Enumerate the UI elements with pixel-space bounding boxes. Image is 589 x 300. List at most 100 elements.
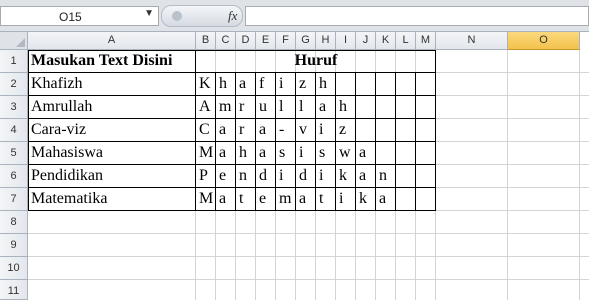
cell-letter[interactable]: a xyxy=(236,73,256,96)
row-header-8[interactable]: 8 xyxy=(0,211,28,234)
column-header-h[interactable]: H xyxy=(316,32,336,50)
cell-letter[interactable]: i xyxy=(336,188,356,211)
cell-letter[interactable]: a xyxy=(316,96,336,119)
cell-word[interactable]: Matematika xyxy=(28,188,196,211)
cell-word[interactable]: Amrullah xyxy=(28,96,196,119)
row-header-6[interactable]: 6 xyxy=(0,165,28,188)
select-all-button[interactable] xyxy=(0,32,28,50)
gridline xyxy=(28,279,589,280)
cell-letter[interactable]: k xyxy=(356,188,376,211)
cell-letter[interactable]: l xyxy=(296,96,316,119)
row-header-1[interactable]: 1 xyxy=(0,50,28,73)
column-header-j[interactable]: J xyxy=(356,32,376,50)
column-header-o[interactable]: O xyxy=(508,32,580,50)
cell-letter[interactable]: t xyxy=(316,188,336,211)
cell-border xyxy=(415,73,416,211)
cell-letter[interactable]: a xyxy=(356,142,376,165)
cell-letter[interactable]: z xyxy=(336,119,356,142)
cell-letter[interactable]: M xyxy=(196,188,216,211)
row-header-7[interactable]: 7 xyxy=(0,188,28,211)
column-header-m[interactable]: M xyxy=(416,32,436,50)
cell-letter[interactable]: i xyxy=(276,73,296,96)
column-header-f[interactable]: F xyxy=(276,32,296,50)
cell-letter[interactable]: a xyxy=(296,188,316,211)
cell-letter[interactable]: a xyxy=(256,142,276,165)
column-header-c[interactable]: C xyxy=(216,32,236,50)
cell-letter[interactable]: M xyxy=(196,142,216,165)
cell-letter[interactable]: n xyxy=(376,165,396,188)
cell-letter[interactable]: i xyxy=(296,142,316,165)
cell-letter[interactable]: d xyxy=(256,165,276,188)
insert-function-icon[interactable]: fx xyxy=(228,8,237,24)
cell-a1-header[interactable]: Masukan Text Disini xyxy=(28,50,196,73)
cell-letter[interactable]: d xyxy=(296,165,316,188)
cell-letter[interactable]: a xyxy=(216,188,236,211)
column-header-g[interactable]: G xyxy=(296,32,316,50)
gridline xyxy=(28,256,589,257)
cell-letter[interactable]: z xyxy=(296,73,316,96)
cell-letter[interactable]: e xyxy=(256,188,276,211)
column-header-d[interactable]: D xyxy=(236,32,256,50)
cell-letter[interactable]: u xyxy=(256,96,276,119)
cell-letter[interactable]: a xyxy=(376,188,396,211)
resize-handle[interactable] xyxy=(172,11,182,21)
cell-letter[interactable]: i xyxy=(316,165,336,188)
cell-letter[interactable]: f xyxy=(256,73,276,96)
cell-letter[interactable]: l xyxy=(276,96,296,119)
cell-letter[interactable]: i xyxy=(276,165,296,188)
cell-letter[interactable]: k xyxy=(336,165,356,188)
cell-letter[interactable]: h xyxy=(236,142,256,165)
cell-letter[interactable]: a xyxy=(356,165,376,188)
column-header-e[interactable]: E xyxy=(256,32,276,50)
row-header-11[interactable]: 11 xyxy=(0,280,28,300)
cell-letter[interactable]: e xyxy=(216,165,236,188)
cell-letter[interactable]: a xyxy=(216,142,236,165)
cell-letter[interactable]: C xyxy=(196,119,216,142)
cell-letter[interactable]: r xyxy=(236,119,256,142)
cell-letter[interactable]: h xyxy=(316,73,336,96)
column-header-l[interactable]: L xyxy=(396,32,416,50)
cell-b1-merged-header[interactable]: Huruf xyxy=(196,50,436,73)
column-header-b[interactable]: B xyxy=(196,32,216,50)
cell-letter[interactable]: K xyxy=(196,73,216,96)
cell-word[interactable]: Cara-viz xyxy=(28,119,196,142)
formula-input[interactable] xyxy=(245,6,589,26)
worksheet-grid[interactable]: Masukan Text Disini Huruf Khafizh Kh a f i z h Am… xyxy=(28,50,589,300)
column-header-i[interactable]: I xyxy=(336,32,356,50)
row-header-5[interactable]: 5 xyxy=(0,142,28,165)
cell-letter[interactable]: h xyxy=(336,96,356,119)
name-box-value: O15 xyxy=(59,10,82,24)
cell-letter[interactable]: m xyxy=(216,96,236,119)
cell-letter[interactable]: t xyxy=(236,188,256,211)
cell-letter[interactable]: s xyxy=(276,142,296,165)
cell-letter[interactable]: r xyxy=(236,96,256,119)
cell-letter[interactable]: A xyxy=(196,96,216,119)
row-header-2[interactable]: 2 xyxy=(0,73,28,96)
cell-letter[interactable]: - xyxy=(276,119,296,142)
gridline xyxy=(28,233,589,234)
formula-bar-area: O15 ▼ fx xyxy=(0,0,589,32)
select-all-icon xyxy=(16,38,25,47)
cell-letter[interactable]: v xyxy=(296,119,316,142)
column-header-k[interactable]: K xyxy=(376,32,396,50)
cell-word[interactable]: Khafizh xyxy=(28,73,196,96)
row-header-3[interactable]: 3 xyxy=(0,96,28,119)
cell-letter[interactable]: w xyxy=(336,142,356,165)
name-box[interactable]: O15 ▼ xyxy=(0,6,159,26)
column-header-n[interactable]: N xyxy=(436,32,508,50)
cell-letter[interactable]: a xyxy=(216,119,236,142)
cell-letter[interactable]: a xyxy=(256,119,276,142)
cell-letter[interactable]: s xyxy=(316,142,336,165)
cell-word[interactable]: Mahasiswa xyxy=(28,142,196,165)
row-header-9[interactable]: 9 xyxy=(0,234,28,257)
chevron-down-icon[interactable]: ▼ xyxy=(144,8,154,19)
cell-letter[interactable]: h xyxy=(216,73,236,96)
row-header-4[interactable]: 4 xyxy=(0,119,28,142)
cell-word[interactable]: Pendidikan xyxy=(28,165,196,188)
column-header-a[interactable]: A xyxy=(28,32,196,50)
cell-letter[interactable]: P xyxy=(196,165,216,188)
cell-letter[interactable]: m xyxy=(276,188,296,211)
row-header-10[interactable]: 10 xyxy=(0,257,28,280)
cell-letter[interactable]: i xyxy=(316,119,336,142)
cell-letter[interactable]: n xyxy=(236,165,256,188)
